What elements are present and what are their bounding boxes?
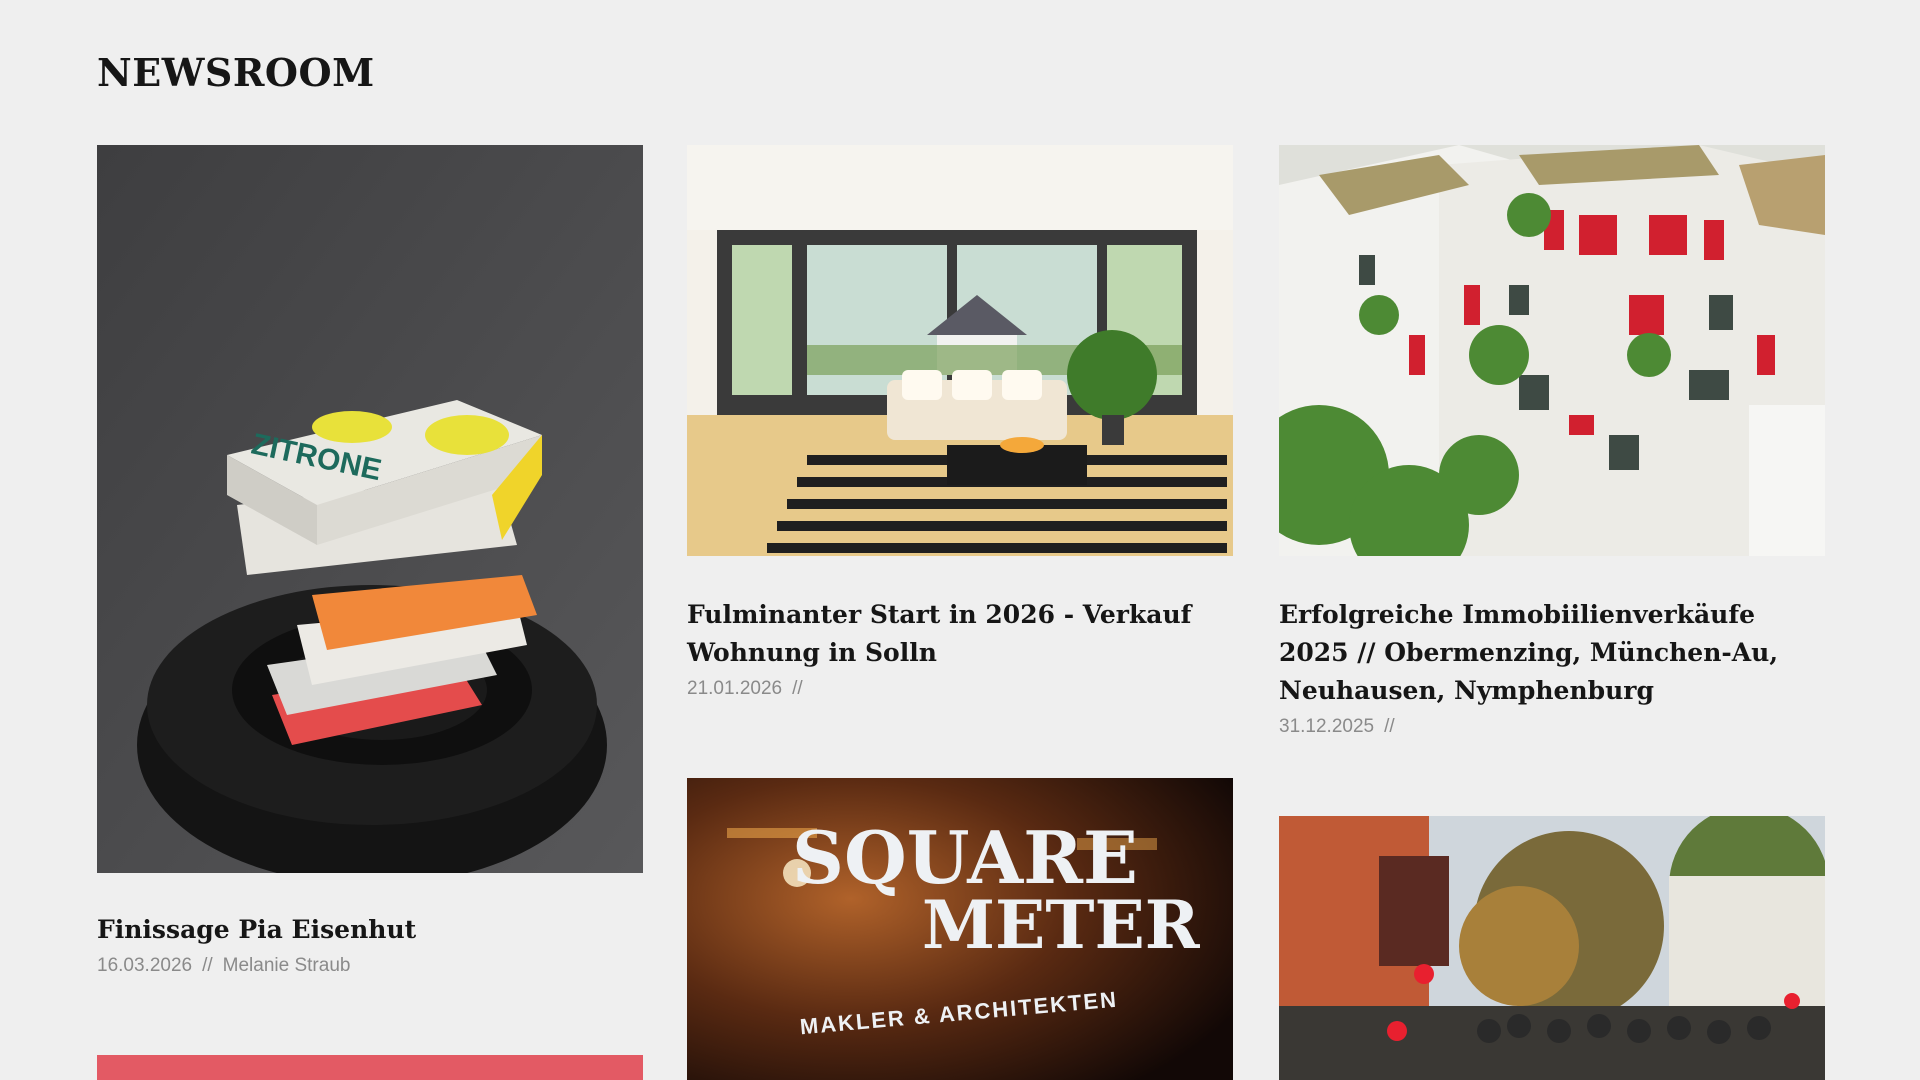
news-author[interactable]: Melanie Straub xyxy=(223,955,351,976)
logo-text-meter: METER xyxy=(922,886,1201,964)
news-title[interactable]: Fulminanter Start in 2026 - Verkauf Wohn… xyxy=(687,596,1233,672)
news-card[interactable]: Erfolgreiche Immobiilienverkäufe 2025 //… xyxy=(1279,145,1825,738)
meta-separator: // xyxy=(202,955,213,976)
news-card[interactable]: SQUARE METER MAKLER & ARCHITEKTEN xyxy=(687,778,1233,1080)
news-image[interactable] xyxy=(97,1055,643,1080)
news-card[interactable]: ZITRONE Finissage Pia Eisenhut 16.03.202… xyxy=(97,145,643,977)
news-card[interactable] xyxy=(1279,816,1825,1080)
meta-separator: // xyxy=(792,678,803,699)
news-meta: 16.03.2026 // Melanie Straub xyxy=(97,955,643,977)
news-card[interactable]: Fulminanter Start in 2026 - Verkauf Wohn… xyxy=(687,145,1233,700)
news-title[interactable]: Finissage Pia Eisenhut xyxy=(97,911,643,949)
page-title: NEWSROOM xyxy=(97,50,375,95)
meta-separator: // xyxy=(1384,716,1395,737)
news-card[interactable] xyxy=(97,1055,643,1080)
news-date: 21.01.2026 xyxy=(687,678,783,699)
news-image[interactable] xyxy=(1279,816,1825,1080)
news-image[interactable] xyxy=(687,145,1233,556)
news-date: 31.12.2025 xyxy=(1279,716,1375,737)
news-image[interactable]: SQUARE METER MAKLER & ARCHITEKTEN xyxy=(687,778,1233,1080)
news-image[interactable]: ZITRONE xyxy=(97,145,643,873)
news-meta: 31.12.2025 // xyxy=(1279,716,1825,738)
news-date: 16.03.2026 xyxy=(97,955,193,976)
news-meta: 21.01.2026 // xyxy=(687,678,1233,700)
news-image[interactable] xyxy=(1279,145,1825,556)
news-title[interactable]: Erfolgreiche Immobiilienverkäufe 2025 //… xyxy=(1279,596,1825,710)
